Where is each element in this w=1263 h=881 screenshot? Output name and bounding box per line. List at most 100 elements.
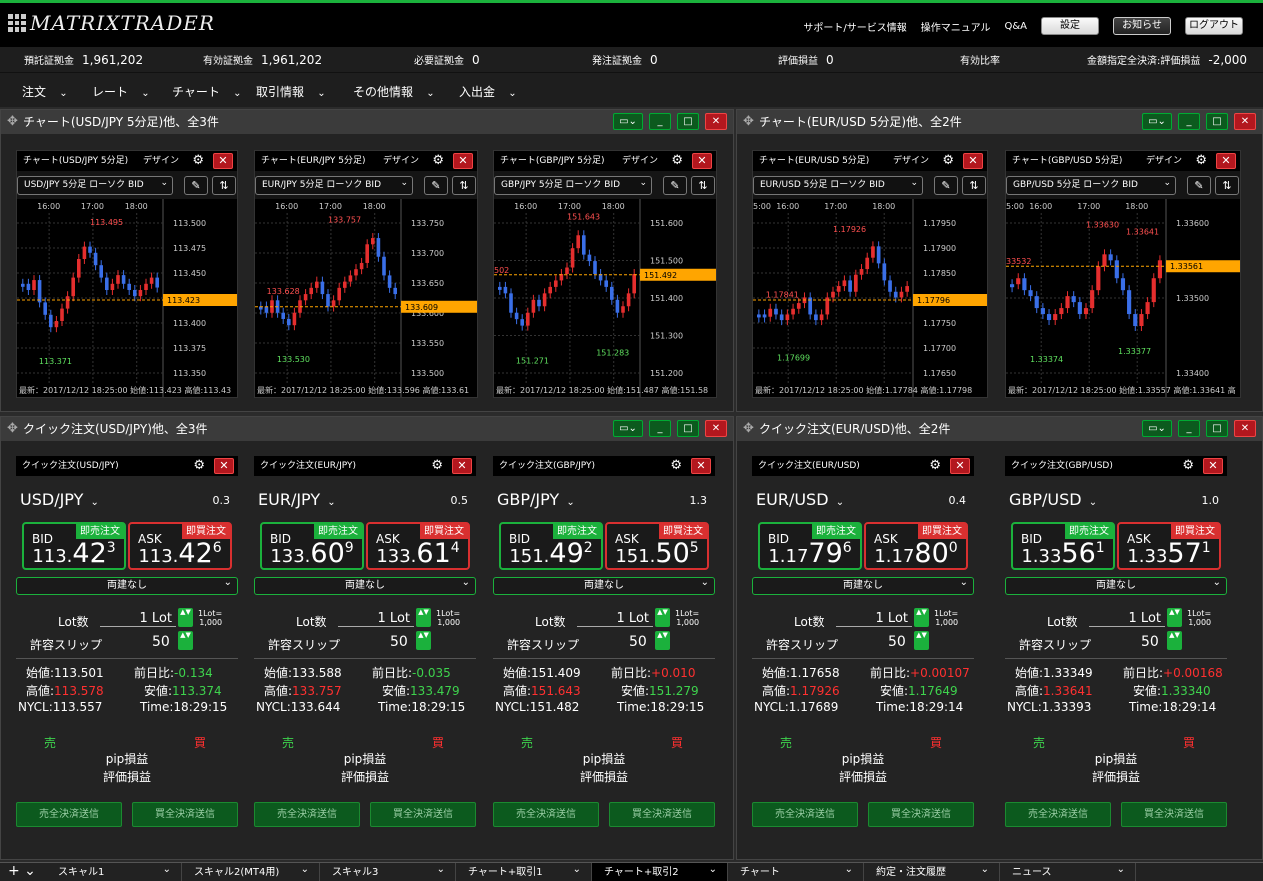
- maximize-icon[interactable]: □: [1206, 113, 1228, 130]
- move-icon[interactable]: ✥: [7, 110, 18, 134]
- slippage-input[interactable]: 50: [1141, 634, 1159, 650]
- design-link[interactable]: デザイン: [383, 151, 419, 171]
- chart-type-select[interactable]: GBP/USD 5分足 ローソク BID: [1006, 175, 1176, 195]
- quick-window-title[interactable]: クイック注文(EUR/JPY) ⚙ ✕: [254, 456, 476, 476]
- close-icon[interactable]: ✕: [1203, 458, 1223, 474]
- close-icon[interactable]: ✕: [214, 458, 234, 474]
- close-all-sell-button[interactable]: 売全決済送信: [493, 802, 599, 827]
- menu-trade-info[interactable]: 取引情報: [256, 83, 326, 100]
- ask-quote-button[interactable]: ASK 即買注文 1.17800: [864, 522, 968, 570]
- slippage-stepper[interactable]: ▲▼: [655, 631, 670, 650]
- qa-link[interactable]: Q&A: [1004, 21, 1027, 32]
- gear-icon[interactable]: ⚙: [929, 456, 941, 476]
- chart-window-title[interactable]: チャート(GBP/USD 5分足) デザイン ⚙ ✕: [1006, 151, 1240, 171]
- slippage-stepper[interactable]: ▲▼: [416, 631, 431, 650]
- candlestick-chart[interactable]: 16:00 17:00 18:00 5:00 1.17950 1.17900 1.17850…: [753, 199, 987, 397]
- pencil-icon[interactable]: ✎: [934, 176, 958, 195]
- chart-window-title[interactable]: チャート(EUR/JPY 5分足) デザイン ⚙ ✕: [255, 151, 477, 171]
- close-icon[interactable]: ✕: [1234, 113, 1256, 130]
- close-icon[interactable]: ✕: [213, 153, 233, 169]
- gear-icon[interactable]: ⚙: [1195, 151, 1207, 171]
- close-icon[interactable]: ✕: [691, 458, 711, 474]
- menu-deposit[interactable]: 入出金: [459, 83, 517, 100]
- move-icon[interactable]: ✥: [7, 417, 18, 441]
- close-all-sell-button[interactable]: 売全決済送信: [16, 802, 122, 827]
- ask-quote-button[interactable]: ASK 即買注文 113.426: [128, 522, 232, 570]
- manual-link[interactable]: 操作マニュアル: [921, 19, 991, 34]
- pair-select[interactable]: USD/JPY: [20, 490, 99, 509]
- logout-button[interactable]: ログアウト: [1185, 17, 1243, 35]
- quick-window-title[interactable]: クイック注文(GBP/USD) ⚙ ✕: [1005, 456, 1227, 476]
- close-all-buy-button[interactable]: 買全決済送信: [132, 802, 238, 827]
- menu-rate[interactable]: レート: [92, 83, 150, 100]
- pair-select[interactable]: GBP/JPY: [497, 490, 575, 509]
- hedge-select[interactable]: 両建なし: [493, 575, 715, 595]
- hedge-select[interactable]: 両建なし: [752, 575, 974, 595]
- lot-stepper[interactable]: ▲▼: [655, 608, 670, 627]
- slippage-input[interactable]: 50: [390, 634, 408, 650]
- close-icon[interactable]: ✕: [950, 458, 970, 474]
- pencil-icon[interactable]: ✎: [663, 176, 687, 195]
- chart-window-title[interactable]: チャート(EUR/USD 5分足) デザイン ⚙ ✕: [753, 151, 987, 171]
- maximize-icon[interactable]: □: [677, 420, 699, 437]
- chart-type-select[interactable]: EUR/JPY 5分足 ローソク BID: [255, 175, 413, 195]
- candlestick-chart[interactable]: 16:00 17:00 18:00 113.500 113.475 113.450 113.…: [17, 199, 237, 397]
- pencil-icon[interactable]: ✎: [424, 176, 448, 195]
- menu-other-info[interactable]: その他情報: [353, 83, 435, 100]
- pencil-icon[interactable]: ✎: [1187, 176, 1211, 195]
- tab-chart-trade1[interactable]: チャート+取引1: [456, 860, 592, 881]
- tab-scalp3[interactable]: スキャル3: [320, 860, 456, 881]
- indicator-icon[interactable]: ⇅: [212, 176, 236, 195]
- menu-order[interactable]: 注文: [22, 83, 68, 100]
- hedge-select[interactable]: 両建なし: [1005, 575, 1227, 595]
- panel-title-bar[interactable]: ✥ チャート(USD/JPY 5分足)他、全3件 ▭⌄ _ □ ✕: [1, 110, 733, 134]
- tab-scalp2[interactable]: スキャル2(MT4用): [182, 860, 320, 881]
- bid-quote-button[interactable]: BID 即売注文 133.609: [260, 522, 364, 570]
- quick-window-title[interactable]: クイック注文(EUR/USD) ⚙ ✕: [752, 456, 974, 476]
- menu-chart[interactable]: チャート: [172, 83, 241, 100]
- slippage-stepper[interactable]: ▲▼: [178, 631, 193, 650]
- chart-window-title[interactable]: チャート(GBP/JPY 5分足) デザイン ⚙ ✕: [494, 151, 716, 171]
- pencil-icon[interactable]: ✎: [184, 176, 208, 195]
- move-icon[interactable]: ✥: [743, 417, 754, 441]
- lot-input[interactable]: 1 Lot: [836, 611, 912, 627]
- ask-quote-button[interactable]: ASK 即買注文 151.505: [605, 522, 709, 570]
- slippage-stepper[interactable]: ▲▼: [914, 631, 929, 650]
- close-icon[interactable]: ✕: [1216, 153, 1236, 169]
- bid-quote-button[interactable]: BID 即売注文 1.33561: [1011, 522, 1115, 570]
- slippage-stepper[interactable]: ▲▼: [1167, 631, 1182, 650]
- tab-scalp1[interactable]: スキャル1: [46, 860, 182, 881]
- slippage-input[interactable]: 50: [152, 634, 170, 650]
- close-all-buy-button[interactable]: 買全決済送信: [868, 802, 974, 827]
- minimize-icon[interactable]: _: [1178, 113, 1200, 130]
- lot-input[interactable]: 1 Lot: [1089, 611, 1165, 627]
- tab-news[interactable]: ニュース: [1000, 860, 1136, 881]
- panel-title-bar[interactable]: ✥ チャート(EUR/USD 5分足)他、全2件 ▭⌄ _ □ ✕: [737, 110, 1262, 134]
- ask-quote-button[interactable]: ASK 即買注文 133.614: [366, 522, 470, 570]
- lot-stepper[interactable]: ▲▼: [914, 608, 929, 627]
- settings-button[interactable]: 設定: [1041, 17, 1099, 35]
- bid-quote-button[interactable]: BID 即売注文 113.423: [22, 522, 126, 570]
- lot-input[interactable]: 1 Lot: [577, 611, 653, 627]
- candlestick-chart[interactable]: 16:00 17:00 18:00 151.600 151.500 151.400 151.…: [494, 199, 716, 397]
- pair-select[interactable]: EUR/JPY: [258, 490, 336, 509]
- pair-select[interactable]: GBP/USD: [1009, 490, 1097, 509]
- chart-window-title[interactable]: チャート(USD/JPY 5分足) デザイン ⚙ ✕: [17, 151, 237, 171]
- indicator-icon[interactable]: ⇅: [962, 176, 986, 195]
- hedge-select[interactable]: 両建なし: [16, 575, 238, 595]
- panel-title-bar[interactable]: ✥ クイック注文(EUR/USD)他、全2件 ▭⌄ _ □ ✕: [737, 417, 1262, 441]
- close-all-sell-button[interactable]: 売全決済送信: [254, 802, 360, 827]
- quick-window-title[interactable]: クイック注文(GBP/JPY) ⚙ ✕: [493, 456, 715, 476]
- chart-type-select[interactable]: EUR/USD 5分足 ローソク BID: [753, 175, 923, 195]
- close-all-buy-button[interactable]: 買全決済送信: [370, 802, 476, 827]
- close-icon[interactable]: ✕: [453, 153, 473, 169]
- candlestick-chart[interactable]: 16:00 17:00 18:00 5:00 1.33600 1.33500 1.33400…: [1006, 199, 1240, 397]
- gear-icon[interactable]: ⚙: [670, 456, 682, 476]
- indicator-icon[interactable]: ⇅: [1215, 176, 1239, 195]
- design-link[interactable]: デザイン: [1146, 151, 1182, 171]
- design-link[interactable]: デザイン: [622, 151, 658, 171]
- lot-stepper[interactable]: ▲▼: [416, 608, 431, 627]
- gear-icon[interactable]: ⚙: [193, 456, 205, 476]
- layout-icon[interactable]: ▭⌄: [613, 113, 643, 130]
- pair-select[interactable]: EUR/USD: [756, 490, 844, 509]
